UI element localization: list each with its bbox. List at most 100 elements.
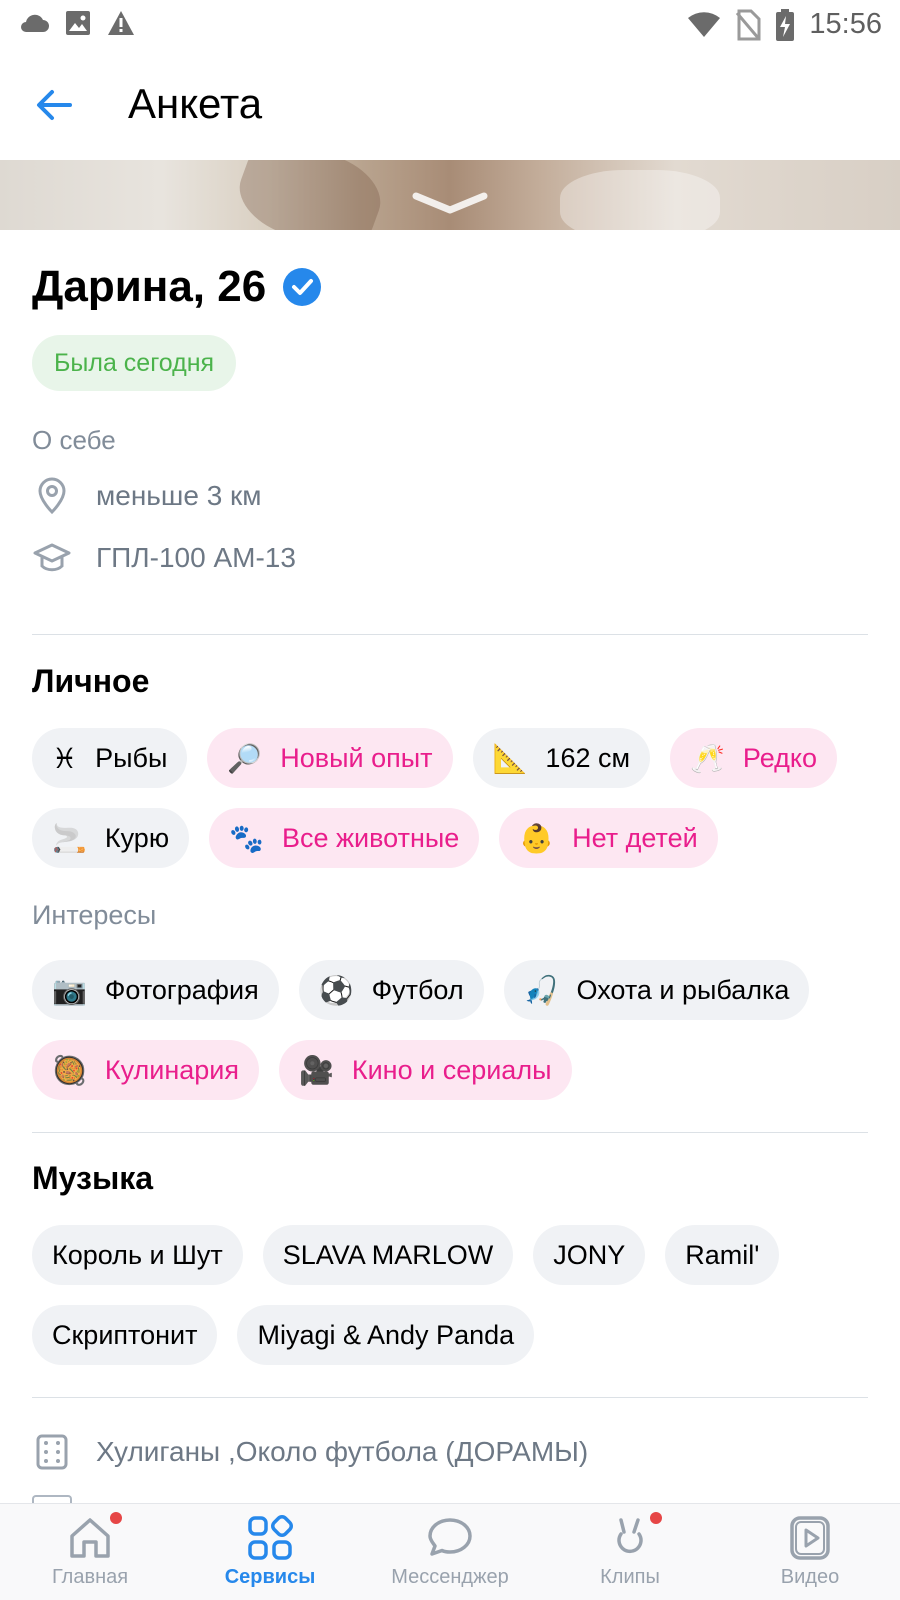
chip-photography[interactable]: 📷 Фотография [32, 960, 279, 1020]
chip-cooking[interactable]: 🥘 Кулинария [32, 1040, 259, 1100]
distance-text: меньше 3 км [96, 480, 262, 511]
photo-highlight [560, 170, 720, 230]
distance-row: меньше 3 км [32, 476, 262, 516]
chevron-down-icon[interactable] [410, 190, 490, 216]
profile-photo[interactable] [0, 160, 900, 230]
movies-row: Хулиганы ,Около футбола (ДОРАМЫ) [32, 1432, 588, 1472]
interests-row-2: 🥘 Кулинария 🎥 Кино и сериалы [32, 1040, 572, 1100]
online-status-badge: Была сегодня [32, 335, 237, 391]
chip-label: Новый опыт [280, 742, 433, 773]
chip-height[interactable]: 📐 162 см [472, 728, 651, 788]
battery-charging-icon [776, 8, 795, 41]
tab-messenger[interactable]: Мессенджер [360, 1504, 540, 1600]
chip-goal[interactable]: 🔎 Новый опыт [207, 728, 453, 788]
chip-label: SLAVA MARLOW [282, 1239, 494, 1270]
app-header: Анкета [0, 50, 900, 160]
status-time: 15:56 [809, 8, 882, 40]
pisces-icon: ♓ [52, 741, 78, 775]
tab-label: Клипы [600, 1566, 660, 1588]
personal-row-1: ♓ Рыбы 🔎 Новый опыт 📐 162 см 🥂 Редко [32, 728, 838, 788]
personal-section-title: Личное [32, 663, 150, 699]
music-section-title: Музыка [32, 1160, 154, 1196]
image-icon [66, 11, 90, 35]
chip-smoking[interactable]: 🚬 Курю [32, 808, 190, 868]
tab-label: Мессенджер [391, 1566, 509, 1588]
chip-artist[interactable]: Miyagi & Andy Panda [237, 1305, 535, 1365]
chip-label: Курю [104, 822, 170, 853]
chip-label: Фотография [104, 974, 259, 1005]
cigarette-icon: 🚬 [52, 821, 87, 855]
chip-label: Miyagi & Andy Panda [257, 1319, 515, 1350]
status-bar: 15:56 [0, 0, 900, 50]
tab-home[interactable]: Главная [0, 1504, 180, 1600]
bottom-tab-bar: Главная Сервисы Мессенджер Клипы Видео [0, 1503, 900, 1600]
education-row: ГПЛ-100 АМ-13 [32, 538, 296, 578]
soccer-ball-icon: ⚽ [318, 973, 354, 1007]
video-icon [790, 1516, 830, 1560]
chip-label: Редко [742, 742, 818, 773]
cooking-pan-icon: 🥘 [52, 1053, 87, 1087]
magnifier-icon: 🔎 [227, 741, 263, 775]
chip-label: Кулинария [104, 1054, 239, 1085]
tab-label: Сервисы [224, 1566, 316, 1588]
photo-shade [228, 160, 392, 230]
tab-label: Видео [780, 1566, 840, 1588]
messenger-icon [428, 1518, 472, 1556]
education-cap-icon [33, 543, 71, 572]
tab-video[interactable]: Видео [720, 1504, 900, 1600]
ruler-icon: 📐 [492, 741, 528, 775]
chip-label: Ramil' [685, 1239, 760, 1270]
chip-football[interactable]: ⚽ Футбол [298, 960, 484, 1020]
chip-label: Король и Шут [52, 1239, 223, 1270]
music-row-2: Скриптонит Miyagi & Andy Panda [32, 1305, 535, 1365]
fishing-rod-icon: 🎣 [523, 973, 559, 1007]
chip-artist[interactable]: Ramil' [665, 1225, 780, 1285]
interests-row-1: 📷 Фотография ⚽ Футбол 🎣 Охота и рыбалка [32, 960, 810, 1020]
page-title: Анкета [128, 80, 263, 127]
tab-clips[interactable]: Клипы [540, 1504, 720, 1600]
verified-icon [283, 268, 322, 306]
chip-artist[interactable]: SLAVA MARLOW [262, 1225, 514, 1285]
chip-label: Скриптонит [52, 1319, 198, 1350]
notification-dot [110, 1512, 122, 1524]
about-label: О себе [32, 425, 116, 455]
wifi-icon [688, 11, 721, 37]
warning-icon [108, 11, 134, 35]
movie-camera-icon: 🎥 [299, 1053, 334, 1087]
chip-artist[interactable]: Король и Шут [32, 1225, 243, 1285]
baby-icon: 👶 [519, 821, 555, 855]
chip-label: Футбол [371, 974, 464, 1005]
chip-alcohol[interactable]: 🥂 Редко [670, 728, 838, 788]
chip-artist[interactable]: JONY [533, 1225, 646, 1285]
chip-artist[interactable]: Скриптонит [32, 1305, 218, 1365]
camera-icon: 📷 [52, 973, 87, 1007]
movies-text: Хулиганы ,Около футбола (ДОРАМЫ) [96, 1436, 589, 1467]
status-bar-left [18, 9, 136, 37]
music-row-1: Король и Шут SLAVA MARLOW JONY Ramil' [32, 1225, 780, 1285]
back-button[interactable] [30, 80, 80, 130]
chip-movies[interactable]: 🎥 Кино и сериалы [279, 1040, 572, 1100]
status-bar-right: 15:56 [687, 8, 882, 41]
tab-label: Главная [51, 1566, 129, 1588]
cloud-icon [21, 14, 49, 32]
paw-icon: 🐾 [229, 821, 264, 855]
chip-label: Кино и сериалы [351, 1054, 552, 1085]
chip-label: Нет детей [572, 822, 698, 853]
clips-icon [617, 1518, 643, 1554]
divider [32, 634, 868, 635]
no-sim-icon [736, 9, 761, 40]
chip-pets[interactable]: 🐾 Все животные [209, 808, 480, 868]
education-text: ГПЛ-100 АМ-13 [96, 542, 296, 573]
chip-hunting-fishing[interactable]: 🎣 Охота и рыбалка [503, 960, 810, 1020]
profile-name: Дарина, 26 [32, 262, 267, 311]
arrow-left-icon [37, 90, 72, 120]
chip-label: Все животные [281, 822, 460, 853]
chip-label: Охота и рыбалка [576, 974, 790, 1005]
services-icon [248, 1515, 293, 1560]
tab-services[interactable]: Сервисы [180, 1504, 360, 1600]
chip-zodiac[interactable]: ♓ Рыбы [32, 728, 188, 788]
profile-name-row: Дарина, 26 [32, 262, 322, 312]
location-pin-icon [38, 477, 66, 515]
chip-kids[interactable]: 👶 Нет детей [499, 808, 718, 868]
glasses-icon: 🥂 [690, 741, 725, 775]
